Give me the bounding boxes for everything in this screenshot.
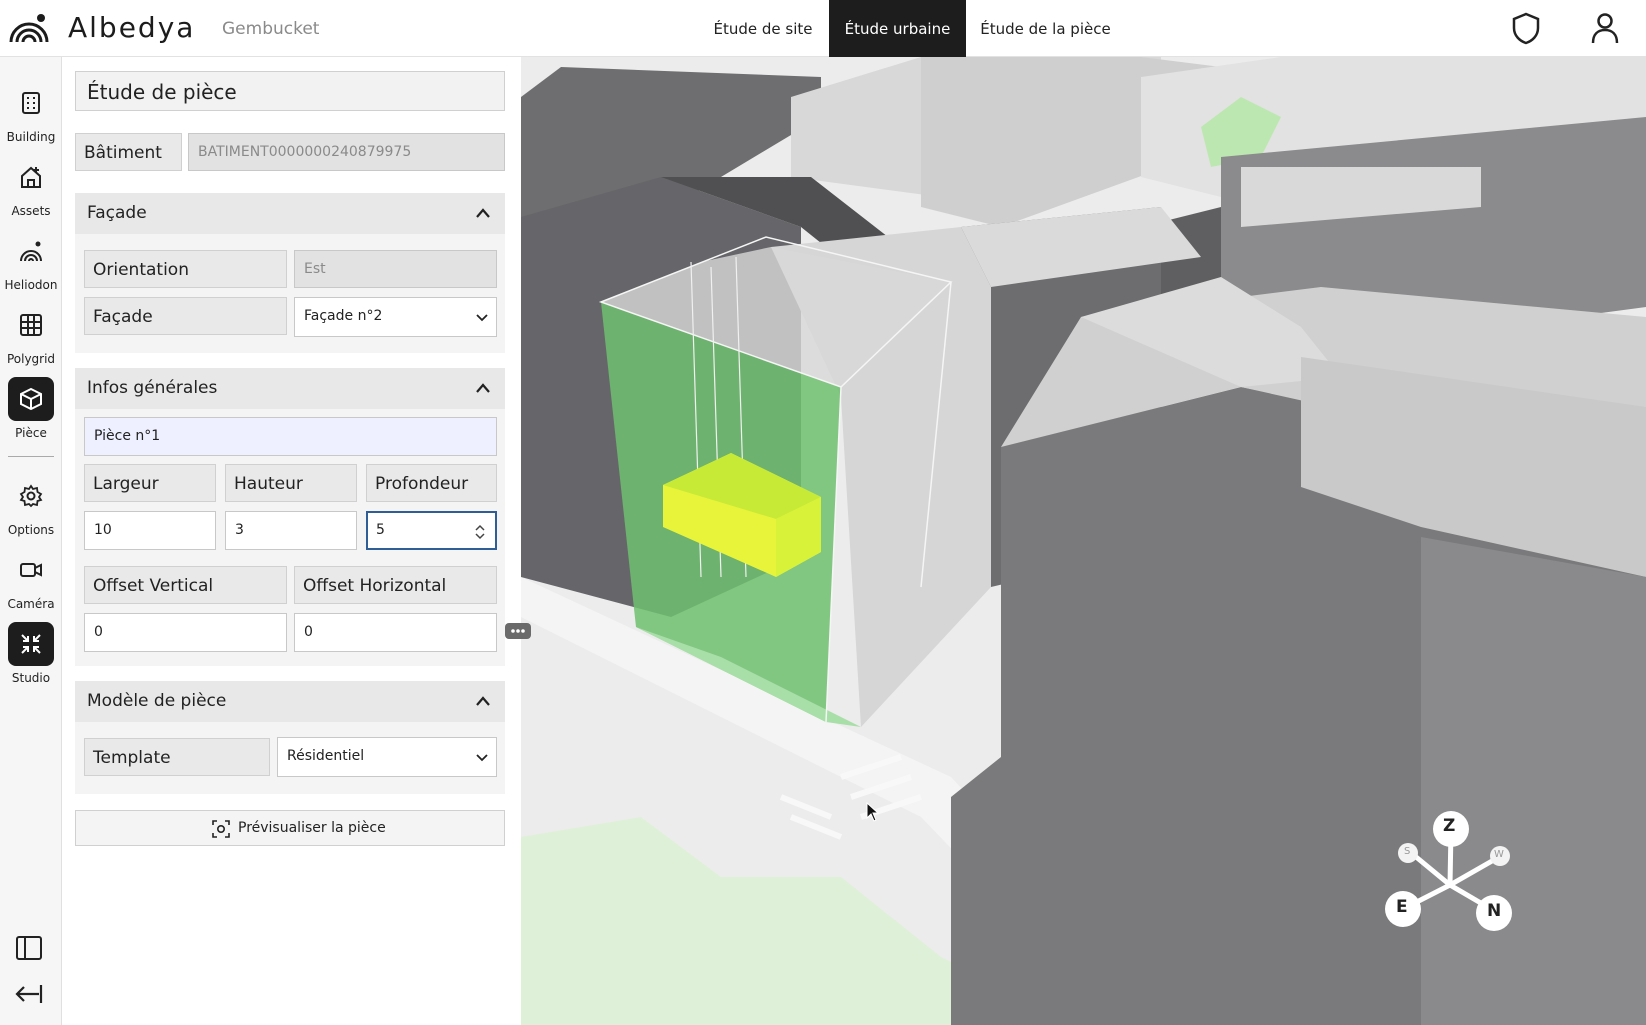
sidebar-item-building[interactable]: Building xyxy=(0,77,62,147)
offset-horizontal-input[interactable]: 0 xyxy=(294,613,497,652)
sidebar-item-polygrid[interactable]: Polygrid xyxy=(0,299,62,369)
general-info-section-title: Infos générales xyxy=(87,378,218,398)
sidebar-item-assets[interactable]: Assets xyxy=(0,151,62,221)
left-sidebar: Building Assets Heliodon Polygrid Pièce … xyxy=(0,57,62,1025)
panel-resize-handle[interactable] xyxy=(505,623,531,639)
shield-icon[interactable] xyxy=(1508,10,1544,46)
tab-etude-urbaine[interactable]: Étude urbaine xyxy=(829,0,966,57)
grid-icon xyxy=(8,303,54,347)
general-info-section: Infos générales Pièce n°1 Largeur Hauteu… xyxy=(75,368,505,666)
facade-select[interactable]: Façade n°2 xyxy=(294,297,497,337)
room-model-section: Modèle de pièce Template Résidentiel xyxy=(75,681,505,794)
room-model-section-title: Modèle de pièce xyxy=(87,691,227,711)
template-label: Template xyxy=(84,738,270,776)
sidebar-item-label: Assets xyxy=(11,204,51,218)
depth-label: Profondeur xyxy=(366,464,497,502)
offset-vertical-label: Offset Vertical xyxy=(84,566,287,604)
room-model-section-header[interactable]: Modèle de pièce xyxy=(75,681,505,722)
heliodon-icon xyxy=(8,229,54,273)
facade-label: Façade xyxy=(84,297,287,335)
user-icon[interactable] xyxy=(1587,10,1623,46)
room-name-input[interactable]: Pièce n°1 xyxy=(84,417,497,456)
sidebar-item-label: Caméra xyxy=(7,597,55,611)
building-icon xyxy=(8,81,54,125)
building-label: Bâtiment xyxy=(75,133,182,171)
offset-horizontal-label: Offset Horizontal xyxy=(294,566,497,604)
chevron-down-icon xyxy=(476,314,488,322)
width-input[interactable]: 10 xyxy=(84,511,216,550)
sidebar-item-label: Options xyxy=(7,523,55,537)
video-camera-icon xyxy=(8,548,54,592)
more-horizontal-icon xyxy=(511,629,525,633)
gear-icon xyxy=(8,474,54,518)
compass-label-n: N xyxy=(1487,901,1502,921)
height-label: Hauteur xyxy=(225,464,357,502)
top-bar: Albedya Gembucket Étude de site Étude ur… xyxy=(0,0,1646,57)
facade-section-header[interactable]: Façade xyxy=(75,193,505,234)
house-plus-icon xyxy=(8,155,54,199)
sidebar-item-label: Studio xyxy=(11,671,51,685)
building-id-field: BATIMENT0000000240879975 xyxy=(188,133,505,171)
offset-vertical-input[interactable]: 0 xyxy=(84,613,287,652)
project-name: Gembucket xyxy=(222,19,320,39)
cube-icon xyxy=(8,377,54,421)
preview-room-button-label: Prévisualiser la pièce xyxy=(238,820,386,836)
chevron-down-icon xyxy=(476,754,488,762)
compass-label-z: Z xyxy=(1443,816,1456,836)
tab-etude-de-site[interactable]: Étude de site xyxy=(703,0,823,57)
sidebar-item-label: Polygrid xyxy=(6,352,56,366)
width-label: Largeur xyxy=(84,464,216,502)
piece-study-panel: Étude de pièce Bâtiment BATIMENT00000002… xyxy=(62,57,521,1025)
compass-label-w: W xyxy=(1494,849,1504,860)
sidebar-item-studio[interactable]: Studio xyxy=(0,618,62,688)
sidebar-item-label: Pièce xyxy=(15,426,47,440)
compass-label-e: E xyxy=(1396,897,1408,917)
city-scene[interactable] xyxy=(521,57,1646,1025)
panel-toggle-icon[interactable] xyxy=(15,935,43,961)
compass-label-s: S xyxy=(1404,846,1411,857)
sidebar-item-label: Heliodon xyxy=(4,278,58,292)
depth-input[interactable]: 5 xyxy=(366,511,497,550)
general-info-section-header[interactable]: Infos générales xyxy=(75,368,505,409)
chevron-up-icon[interactable] xyxy=(475,382,491,394)
panel-title: Étude de pièce xyxy=(87,80,237,104)
orientation-field: Est xyxy=(294,250,497,288)
orientation-label: Orientation xyxy=(84,250,287,288)
sidebar-item-options[interactable]: Options xyxy=(0,470,62,540)
preview-eye-icon xyxy=(212,820,230,838)
albedya-logo-icon xyxy=(9,14,49,43)
collapse-left-icon[interactable] xyxy=(13,982,43,1006)
mouse-cursor-icon xyxy=(866,802,880,822)
brand-name: Albedya xyxy=(68,11,196,44)
sidebar-item-label: Building xyxy=(6,130,56,144)
panel-title-box: Étude de pièce xyxy=(75,71,505,111)
collapse-arrows-icon xyxy=(8,622,54,666)
template-select-value: Résidentiel xyxy=(287,748,365,764)
template-select[interactable]: Résidentiel xyxy=(277,737,497,777)
facade-section-title: Façade xyxy=(87,203,147,223)
sidebar-item-piece[interactable]: Pièce xyxy=(0,373,62,443)
chevron-up-icon[interactable] xyxy=(475,695,491,707)
height-input[interactable]: 3 xyxy=(225,511,357,550)
preview-room-button[interactable]: Prévisualiser la pièce xyxy=(75,810,505,846)
tab-etude-de-la-piece[interactable]: Étude de la pièce xyxy=(972,0,1119,57)
facade-section: Façade Orientation Est Façade Façade n°2 xyxy=(75,193,505,353)
sidebar-divider xyxy=(8,456,54,457)
sidebar-item-camera[interactable]: Caméra xyxy=(0,544,62,614)
3d-viewport[interactable]: Z E N S W xyxy=(521,57,1646,1025)
sidebar-item-heliodon[interactable]: Heliodon xyxy=(0,225,62,295)
number-stepper-icon[interactable] xyxy=(475,524,485,540)
chevron-up-icon[interactable] xyxy=(475,207,491,219)
facade-select-value: Façade n°2 xyxy=(304,308,383,324)
depth-input-value: 5 xyxy=(376,522,385,538)
